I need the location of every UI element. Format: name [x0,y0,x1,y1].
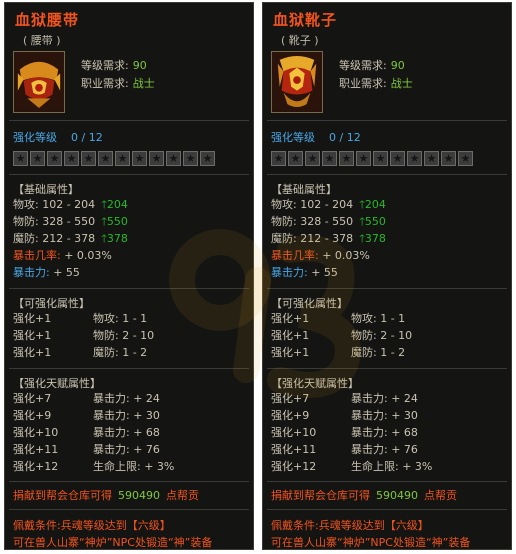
talent-row: 强化+11 暴击力: + 76 [13,443,160,456]
divider [267,368,507,369]
item-name: 血狱腰带 [15,11,80,29]
equip-condition: 佩戴条件:兵魂等级达到【六级】 [271,519,429,532]
star-icon: ★ [288,151,303,166]
talent-row: 强化+12 生命上限: + 3% [271,460,433,473]
enhanceable-header: 【可强化属性】 [13,297,90,310]
attr-row-crit-rate: 暴击几率: + 0.03% [13,249,112,262]
enhanceable-row: 强化+1 魔防: 1 - 2 [271,346,406,359]
base-attributes-header: 【基础属性】 [13,183,79,196]
star-icon: ★ [81,151,96,166]
star-icon: ★ [390,151,405,166]
star-icon: ★ [441,151,456,166]
donate-info: 捐献到帮会仓库可得 590490 点帮贡 [271,489,457,502]
star-icon: ★ [13,151,28,166]
enhanceable-row: 强化+1 物防: 2 - 10 [13,329,155,342]
talent-header: 【强化天赋属性】 [271,377,359,390]
talent-header: 【强化天赋属性】 [13,377,101,390]
attr-row-crit-power: 暴击力: + 55 [13,266,80,279]
divider [9,174,249,175]
divider [9,481,249,482]
divider [9,288,249,289]
divider [267,174,507,175]
divider [9,120,249,121]
star-icon: ★ [271,151,286,166]
star-icon: ★ [149,151,164,166]
star-icon: ★ [322,151,337,166]
enhance-level: 强化等级 0 / 12 [13,131,103,144]
enhanceable-row: 强化+1 魔防: 1 - 2 [13,346,148,359]
talent-row: 强化+10 暴击力: + 68 [13,426,160,439]
attr-row-crit-rate: 暴击几率: + 0.03% [271,249,370,262]
attr-row: 物防: 328 - 550 🡑550 [13,215,128,228]
belt-item-icon [13,51,65,113]
star-icon: ★ [132,151,147,166]
divider [267,509,507,510]
enhanceable-row: 强化+1 物攻: 1 - 1 [13,312,148,325]
forge-hint: 可在兽人山寨“神炉”NPC处锻造“神”装备 [13,536,213,549]
talent-row: 强化+11 暴击力: + 76 [271,443,418,456]
talent-row: 强化+9 暴击力: + 30 [271,409,418,422]
attr-row: 魔防: 212 - 378 🡑378 [13,232,128,245]
star-icon: ★ [47,151,62,166]
level-requirement: 等级需求: 90 [339,59,405,72]
item-name: 血狱靴子 [273,11,338,29]
enhance-stars: ★ ★ ★ ★ ★ ★ ★ ★ ★ ★ ★ ★ [271,151,473,166]
star-icon: ★ [183,151,198,166]
donate-info: 捐献到帮会仓库可得 590490 点帮贡 [13,489,199,502]
talent-row: 强化+12 生命上限: + 3% [13,460,175,473]
item-type: ( 靴子 ) [281,34,319,47]
star-icon: ★ [373,151,388,166]
star-icon: ★ [115,151,130,166]
class-requirement: 职业需求: 战士 [339,77,413,90]
attr-row: 魔防: 212 - 378 🡑378 [271,232,386,245]
enhanceable-header: 【可强化属性】 [271,297,348,310]
attr-row-crit-power: 暴击力: + 55 [271,266,338,279]
divider [267,288,507,289]
talent-row: 强化+7 暴击力: + 24 [13,392,160,405]
star-icon: ★ [339,151,354,166]
talent-row: 强化+9 暴击力: + 30 [13,409,160,422]
item-type: ( 腰带 ) [23,34,61,47]
star-icon: ★ [98,151,113,166]
divider [267,120,507,121]
divider [9,509,249,510]
star-icon: ★ [458,151,473,166]
attr-row: 物攻: 102 - 204 🡑204 [13,198,128,211]
enhance-stars: ★ ★ ★ ★ ★ ★ ★ ★ ★ ★ ★ ★ [13,151,215,166]
item-tooltip-boots: 血狱靴子 ( 靴子 ) 等级需求: 90 职业需求: 战士 强化等级 0 / 12 ★… [262,2,512,550]
star-icon: ★ [64,151,79,166]
enhance-level: 强化等级 0 / 12 [271,131,361,144]
boots-item-icon [271,51,323,113]
divider [9,368,249,369]
item-tooltip-belt: 血狱腰带 ( 腰带 ) 等级需求: 90 职业需求: 战士 强化等级 0 / 12 ★… [4,2,254,550]
class-requirement: 职业需求: 战士 [81,77,155,90]
talent-row: 强化+10 暴击力: + 68 [271,426,418,439]
star-icon: ★ [356,151,371,166]
level-requirement: 等级需求: 90 [81,59,147,72]
attr-row: 物攻: 102 - 204 🡑204 [271,198,386,211]
attr-row: 物防: 328 - 550 🡑550 [271,215,386,228]
divider [267,481,507,482]
star-icon: ★ [166,151,181,166]
star-icon: ★ [30,151,45,166]
talent-row: 强化+7 暴击力: + 24 [271,392,418,405]
star-icon: ★ [200,151,215,166]
enhanceable-row: 强化+1 物防: 2 - 10 [271,329,413,342]
star-icon: ★ [305,151,320,166]
base-attributes-header: 【基础属性】 [271,183,337,196]
equip-condition: 佩戴条件:兵魂等级达到【六级】 [13,519,171,532]
forge-hint: 可在兽人山寨“神炉”NPC处锻造“神”装备 [271,536,471,549]
enhanceable-row: 强化+1 物攻: 1 - 1 [271,312,406,325]
star-icon: ★ [424,151,439,166]
star-icon: ★ [407,151,422,166]
